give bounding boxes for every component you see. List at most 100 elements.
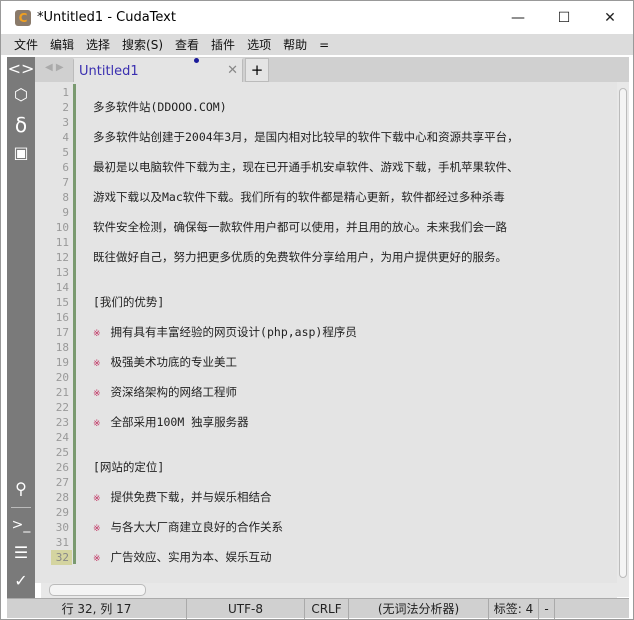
line-number: 15	[55, 296, 69, 309]
line-number: 30	[55, 521, 69, 534]
maximize-button[interactable]: ☐	[541, 1, 587, 34]
line-number: 4	[62, 131, 69, 144]
project-box-icon[interactable]: ⬡	[7, 85, 35, 104]
line-number: 25	[55, 446, 69, 459]
status-tab-size[interactable]: 标签: 4	[489, 599, 539, 619]
line-number: 3	[62, 116, 69, 129]
line-number: 21	[55, 386, 69, 399]
line-text: 多多软件站(DDOOO.COM)	[93, 100, 227, 114]
line-text: 与各大大厂商建立良好的合作关系	[110, 520, 284, 534]
line-number: 32	[51, 550, 72, 565]
text-line: ※ 与各大大厂商建立良好的合作关系	[93, 520, 283, 535]
menu-search[interactable]: 搜索(S)	[122, 36, 163, 53]
menu-view[interactable]: 查看	[175, 36, 199, 53]
bullet-mark: ※	[93, 494, 101, 504]
text-line: 多多软件站创建于2004年3月，是国内相对比较早的软件下载中心和资源共享平台，	[93, 130, 519, 145]
line-text: 多多软件站创建于2004年3月，是国内相对比较早的软件下载中心和资源共享平台，	[93, 130, 519, 144]
line-number: 8	[62, 191, 69, 204]
menu-help[interactable]: 帮助	[283, 36, 307, 53]
status-line-ending[interactable]: CRLF	[305, 599, 349, 619]
bullet-mark: ※	[93, 524, 101, 534]
line-number: 6	[62, 161, 69, 174]
tab-untitled1[interactable]: Untitled1 ✕	[73, 58, 243, 82]
line-number: 29	[55, 506, 69, 519]
line-text: 资深络架构的网络工程师	[110, 385, 238, 399]
line-text: 最初是以电脑软件下载为主，现在已开通手机安卓软件、游戏下载，手机苹果软件、	[93, 160, 519, 174]
validate-check-icon[interactable]: ✓	[7, 571, 35, 590]
status-position[interactable]: 行 32, 列 17	[7, 599, 187, 619]
text-line: ※ 全部采用100M 独享服务器	[93, 415, 249, 430]
line-text: 极强美术功底的专业美工	[110, 355, 238, 369]
line-number: 31	[55, 536, 69, 549]
modified-dot-icon	[194, 58, 199, 63]
line-number: 18	[55, 341, 69, 354]
line-number: 24	[55, 431, 69, 444]
vertical-scroll-thumb[interactable]	[619, 88, 627, 578]
line-number: 2	[62, 101, 69, 114]
text-line: ※ 广告效应、实用为本、娱乐互动	[93, 550, 272, 565]
minimize-button[interactable]: —	[495, 1, 541, 34]
tab-label: Untitled1	[79, 64, 139, 79]
line-number: 19	[55, 356, 69, 369]
tab-scroll-arrows-icon[interactable]: ◀ ▶	[45, 62, 64, 73]
text-line: 既往做好自己，努力把更多优质的免费软件分享给用户，为用户提供更好的服务。	[93, 250, 507, 265]
text-line: 最初是以电脑软件下载为主，现在已开通手机安卓软件、游戏下载，手机苹果软件、	[93, 160, 519, 175]
line-number: 26	[55, 461, 69, 474]
line-number: 23	[55, 416, 69, 429]
text-line: ※ 资深络架构的网络工程师	[93, 385, 237, 400]
horizontal-scrollbar[interactable]	[41, 583, 617, 598]
line-number: 10	[55, 221, 69, 234]
status-encoding[interactable]: UTF-8	[187, 599, 305, 619]
title-bar: C *Untitled1 - CudaText — ☐ ✕	[1, 1, 633, 34]
line-text: 拥有具有丰富经验的网页设计(php,asp)程序员	[110, 325, 357, 339]
menu-bar: 文件 编辑 选择 搜索(S) 查看 插件 选项 帮助 =	[1, 34, 633, 55]
bullet-mark: ※	[93, 554, 101, 564]
line-number: 28	[55, 491, 69, 504]
tabs-panel-icon[interactable]: ▣	[7, 143, 35, 162]
line-number: 14	[55, 281, 69, 294]
menu-select[interactable]: 选择	[86, 36, 110, 53]
line-number: 11	[55, 236, 69, 249]
line-number: 13	[55, 266, 69, 279]
menu-plugins[interactable]: 插件	[211, 36, 235, 53]
status-bar: 行 32, 列 17 UTF-8 CRLF (无词法分析器) 标签: 4 -	[7, 598, 629, 619]
line-number-gutter: 1 2 3 4 5 6 7 8 9 10 11 12 13 14 15 16 17 18 19 20 21 22 23 24 2…	[35, 82, 72, 583]
menu-edit[interactable]: 编辑	[50, 36, 74, 53]
status-lexer[interactable]: (无词法分析器)	[349, 599, 489, 619]
text-line: ※ 极强美术功底的专业美工	[93, 355, 237, 370]
snippets-delta-icon[interactable]: δ	[7, 113, 35, 137]
text-line: ※ 提供免费下载，并与娱乐相结合	[93, 490, 272, 505]
menu-options[interactable]: 选项	[247, 36, 271, 53]
menu-extra[interactable]: =	[319, 38, 329, 52]
text-editor[interactable]: 1 2 3 4 5 6 7 8 9 10 11 12 13 14 15 16 17 18 19 20 21 22 23 24 2…	[35, 82, 617, 583]
close-button[interactable]: ✕	[587, 1, 633, 34]
line-number: 12	[55, 251, 69, 264]
menu-file[interactable]: 文件	[14, 36, 38, 53]
vertical-scrollbar[interactable]	[617, 82, 629, 597]
line-text: 软件安全检测，确保每一款软件用户都可以使用，并且用的放心。未来我们会一路	[93, 220, 507, 234]
status-extra: -	[539, 599, 555, 619]
tab-close-icon[interactable]: ✕	[227, 63, 238, 78]
bullet-mark: ※	[93, 419, 101, 429]
new-tab-button[interactable]: +	[245, 58, 269, 82]
line-number: 20	[55, 371, 69, 384]
side-panel: <> ⬡ δ ▣ ⚲ >_ ☰ ✓	[7, 57, 35, 598]
output-list-icon[interactable]: ☰	[7, 543, 35, 562]
line-text: 广告效应、实用为本、娱乐互动	[110, 550, 272, 564]
console-icon[interactable]: >_	[7, 517, 35, 533]
line-number: 16	[55, 311, 69, 324]
line-number: 1	[62, 86, 69, 99]
app-logo-icon: C	[15, 9, 31, 26]
code-tree-icon[interactable]: <>	[7, 59, 35, 78]
line-number: 9	[62, 206, 69, 219]
search-icon[interactable]: ⚲	[7, 479, 35, 498]
line-number: 27	[55, 476, 69, 489]
text-line: [网站的定位]	[93, 460, 164, 475]
bullet-mark: ※	[93, 389, 101, 399]
text-line: 多多软件站(DDOOO.COM)	[93, 100, 227, 115]
bullet-mark: ※	[93, 329, 101, 339]
line-number: 17	[55, 326, 69, 339]
line-text: 既往做好自己，努力把更多优质的免费软件分享给用户，为用户提供更好的服务。	[93, 250, 507, 264]
horizontal-scroll-thumb[interactable]	[49, 584, 146, 596]
tab-bar: ◀ ▶ Untitled1 ✕ +	[35, 57, 629, 82]
